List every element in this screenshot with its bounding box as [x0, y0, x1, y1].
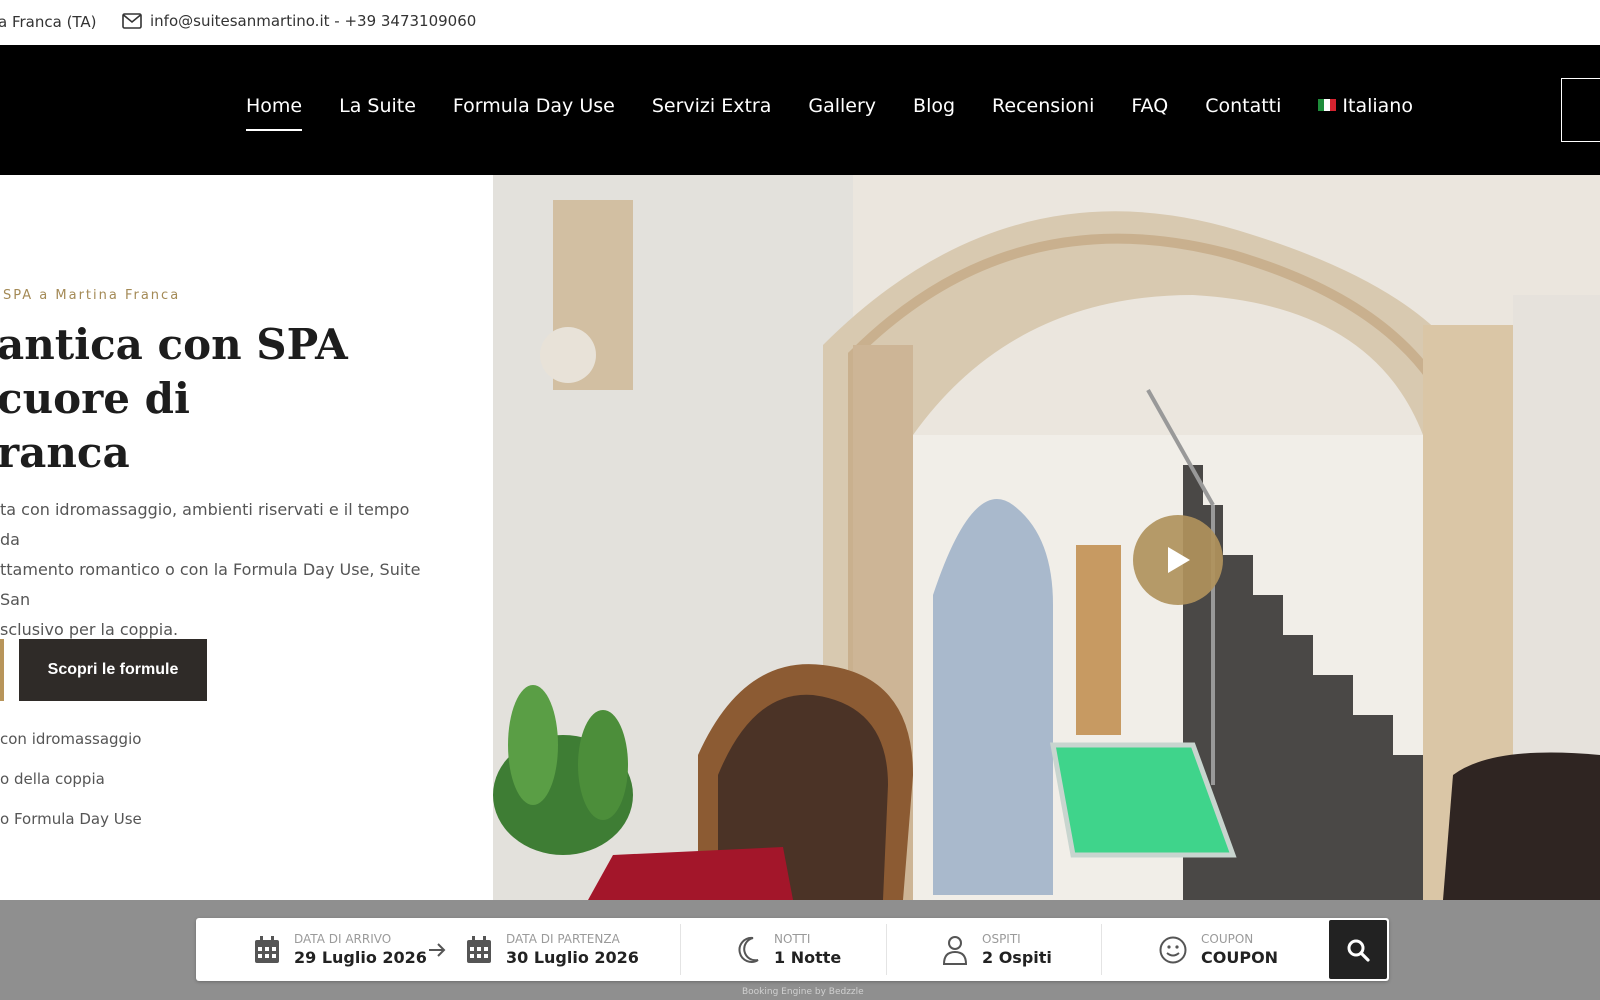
nav-item-formula-day-use[interactable]: Formula Day Use: [453, 95, 615, 117]
booking-bar: DATA DI ARRIVO 29 Luglio 2026 DATA DI PA…: [0, 900, 1600, 1000]
nights-field[interactable]: NOTTI 1 Notte: [736, 918, 841, 981]
booking-form: DATA DI ARRIVO 29 Luglio 2026 DATA DI PA…: [196, 918, 1389, 981]
nav-item-faq[interactable]: FAQ: [1131, 95, 1168, 117]
scopri-formule-button[interactable]: Scopri le formule: [19, 639, 207, 701]
arrival-date-field[interactable]: DATA DI ARRIVO 29 Luglio 2026: [254, 918, 427, 981]
mail-icon: [122, 13, 142, 29]
nights-label: NOTTI: [774, 931, 811, 946]
booking-nav-button[interactable]: [1561, 78, 1600, 142]
calendar-icon: [467, 935, 491, 963]
play-video-button[interactable]: [1133, 515, 1223, 605]
departure-value: 30 Luglio 2026: [506, 947, 639, 967]
play-icon: [1168, 547, 1190, 573]
italy-flag-icon: [1318, 99, 1337, 111]
nav-item-gallery[interactable]: Gallery: [808, 95, 876, 117]
hero-description-line: ttamento romantico o con la Formula Day …: [0, 560, 421, 609]
arrow-right-icon: [429, 943, 446, 957]
nav-item-contatti[interactable]: Contatti: [1205, 95, 1281, 117]
divider: [1101, 924, 1102, 975]
language-label: Italiano: [1342, 95, 1413, 117]
primary-cta-button[interactable]: [0, 639, 4, 701]
moon-icon: [738, 936, 759, 963]
feature-item: o della coppia: [0, 770, 105, 788]
hero-title: antica con SPA cuore di ranca: [0, 320, 348, 477]
hero-description: ta con idromassaggio, ambienti riservati…: [0, 495, 430, 645]
nav-menu: Home La Suite Formula Day Use Servizi Ex…: [246, 95, 1413, 131]
nav-item-la-suite[interactable]: La Suite: [339, 95, 416, 117]
feature-item: o Formula Day Use: [0, 810, 142, 828]
hero-text-panel: SPA a Martina Franca antica con SPA cuor…: [0, 175, 493, 900]
address-text: a Franca (TA): [0, 13, 97, 31]
divider: [680, 924, 681, 975]
user-icon: [942, 935, 968, 965]
contact-link[interactable]: info@suitesanmartino.it - +39 3473109060: [122, 12, 476, 30]
feature-item: con idromassaggio: [0, 730, 142, 748]
top-info-bar: a Franca (TA) info@suitesanmartino.it - …: [0, 0, 1600, 45]
search-button[interactable]: [1329, 920, 1387, 979]
guests-field[interactable]: OSPITI 2 Ospiti: [942, 918, 1052, 981]
nav-item-blog[interactable]: Blog: [913, 95, 955, 117]
language-selector[interactable]: Italiano: [1318, 95, 1413, 117]
suite-interior-illustration: [493, 175, 1600, 900]
search-icon: [1347, 939, 1370, 962]
coupon-field[interactable]: COUPON COUPON: [1159, 918, 1278, 981]
arrival-value: 29 Luglio 2026: [294, 947, 427, 967]
nav-item-recensioni[interactable]: Recensioni: [992, 95, 1094, 117]
smiley-icon: [1159, 936, 1187, 963]
hero-image: [493, 175, 1600, 900]
divider: [886, 924, 887, 975]
departure-label: DATA DI PARTENZA: [506, 931, 620, 946]
hero-eyebrow: SPA a Martina Franca: [3, 288, 181, 303]
contact-text: info@suitesanmartino.it - +39 3473109060: [150, 12, 477, 30]
coupon-label: COUPON: [1201, 931, 1254, 946]
departure-date-field[interactable]: DATA DI PARTENZA 30 Luglio 2026: [466, 918, 639, 981]
calendar-icon: [255, 935, 279, 963]
guests-label: OSPITI: [982, 931, 1021, 946]
nav-item-servizi-extra[interactable]: Servizi Extra: [652, 95, 772, 117]
nav-item-home[interactable]: Home: [246, 95, 303, 131]
guests-value: 2 Ospiti: [982, 947, 1052, 967]
nights-value: 1 Notte: [774, 947, 842, 967]
hero-description-line: ta con idromassaggio, ambienti riservati…: [0, 500, 410, 549]
arrival-label: DATA DI ARRIVO: [294, 931, 392, 946]
powered-by-text: Booking Engine by Bedzzle: [742, 987, 864, 997]
coupon-value: COUPON: [1201, 947, 1279, 967]
main-nav: Home La Suite Formula Day Use Servizi Ex…: [0, 45, 1600, 175]
